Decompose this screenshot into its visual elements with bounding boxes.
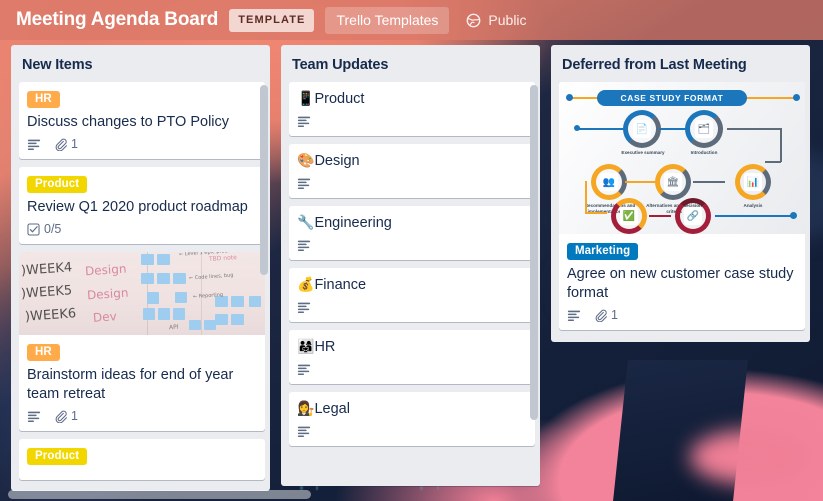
card-badges — [297, 424, 527, 441]
card[interactable]: 👩‍⚖️Legal — [289, 392, 535, 446]
template-badge: TEMPLATE — [229, 8, 315, 32]
list-cards-scroll-area[interactable]: CASE STUDY FORMAT 📄 Executive summary 🗂 … — [551, 82, 810, 342]
card-title: Brainstorm ideas for end of year team re… — [27, 367, 234, 402]
card-title: 🎨Design — [297, 151, 527, 171]
attachment-icon — [594, 309, 607, 322]
card[interactable]: Product — [19, 439, 265, 480]
board-title[interactable]: Meeting Agenda Board — [16, 9, 218, 31]
card-badges — [297, 176, 527, 193]
card-title: Review Q1 2020 product roadmap — [27, 199, 248, 215]
visibility-label: Public — [488, 12, 527, 28]
list-new-items: New Items HR Discuss changes to PTO Poli… — [11, 45, 270, 491]
card-badges — [297, 300, 527, 317]
description-icon — [297, 424, 311, 438]
card-label[interactable]: Product — [27, 176, 88, 193]
description-icon — [567, 308, 581, 322]
card-title-text: Finance — [314, 277, 367, 293]
card-title-text: HR — [314, 339, 336, 355]
list-2-vertical-scrollbar[interactable] — [530, 85, 538, 420]
attachment-badge: 1 — [54, 409, 78, 423]
card-badges: 1 — [27, 137, 257, 154]
checklist-count: 0/5 — [44, 222, 62, 236]
list-1-vertical-scrollbar[interactable] — [260, 85, 268, 275]
list-title[interactable]: New Items — [11, 45, 270, 82]
board-horizontal-scrollbar-thumb[interactable] — [8, 490, 311, 499]
card-badges: 1 — [567, 308, 797, 325]
card-title: 👩‍⚖️Legal — [297, 399, 527, 419]
attachment-count: 1 — [611, 308, 618, 322]
card[interactable]: 👨‍👩‍👧HR — [289, 330, 535, 384]
card-title: Agree on new customer case study format — [567, 266, 794, 301]
card-title-text: Legal — [314, 401, 350, 417]
card-label[interactable]: Product — [27, 448, 88, 465]
card-title: 📱Product — [297, 89, 527, 109]
attachment-count: 1 — [71, 137, 78, 151]
mobile-phone-icon: 📱 — [297, 90, 315, 106]
card-badges: 1 — [27, 409, 257, 426]
description-icon — [297, 176, 311, 190]
card-badges — [297, 114, 527, 131]
attachment-count: 1 — [71, 409, 78, 423]
wrench-icon: 🔧 — [297, 214, 315, 230]
card-badges — [297, 238, 527, 255]
board-header: Meeting Agenda Board TEMPLATE Trello Tem… — [0, 0, 823, 40]
description-icon — [27, 409, 41, 423]
card-title-text: Engineering — [314, 215, 392, 231]
artist-palette-icon: 🎨 — [297, 152, 315, 168]
card-label[interactable]: Marketing — [567, 243, 639, 260]
card-label[interactable]: HR — [27, 344, 60, 361]
board-lists-container: New Items HR Discuss changes to PTO Poli… — [0, 40, 823, 501]
infographic-node-label: Executive summary — [621, 150, 665, 155]
card-badges: 0/5 — [27, 222, 257, 239]
infographic-title: CASE STUDY FORMAT — [597, 90, 747, 106]
card[interactable]: 📱Product — [289, 82, 535, 136]
card-title-text: Product — [314, 91, 365, 107]
board-horizontal-scrollbar[interactable] — [0, 488, 823, 501]
description-icon — [297, 362, 311, 376]
list-title[interactable]: Deferred from Last Meeting — [551, 45, 810, 82]
infographic-node-label: Introduction — [690, 150, 718, 155]
card[interactable]: Product Review Q1 2020 product roadmap 0… — [19, 167, 265, 244]
card-cover-image: \) WEEK3 )WEEK4 Design )WEEK5 Design )WE… — [19, 252, 265, 335]
card-title: 👨‍👩‍👧HR — [297, 337, 527, 357]
description-icon — [297, 114, 311, 128]
list-cards-scroll-area[interactable]: HR Discuss changes to PTO Policy 1 Produ… — [11, 82, 270, 491]
list-team-updates: Team Updates 📱Product 🎨Design 🔧Engineeri… — [281, 45, 540, 486]
card-cover-image: CASE STUDY FORMAT 📄 Executive summary 🗂 … — [559, 82, 805, 234]
card-title: Discuss changes to PTO Policy — [27, 114, 230, 130]
attachment-badge: 1 — [594, 308, 618, 322]
attachment-icon — [54, 410, 67, 423]
attachment-badge: 1 — [54, 137, 78, 151]
infographic-node-label: Analysis — [743, 203, 763, 208]
checklist-badge: 0/5 — [27, 222, 61, 236]
card[interactable]: CASE STUDY FORMAT 📄 Executive summary 🗂 … — [559, 82, 805, 330]
card-badges — [297, 362, 527, 379]
card[interactable]: \) WEEK3 )WEEK4 Design )WEEK5 Design )WE… — [19, 252, 265, 431]
team-name-button[interactable]: Trello Templates — [325, 6, 450, 34]
description-icon — [297, 300, 311, 314]
list-cards-scroll-area[interactable]: 📱Product 🎨Design 🔧Engineering 💰Finance 👨… — [281, 82, 540, 486]
description-icon — [297, 238, 311, 252]
list-deferred-from-last-meeting: Deferred from Last Meeting CASE STUDY FO… — [551, 45, 810, 342]
card[interactable]: 💰Finance — [289, 268, 535, 322]
card-label[interactable]: HR — [27, 91, 60, 108]
globe-icon — [466, 13, 481, 28]
description-icon — [27, 137, 41, 151]
card[interactable]: 🔧Engineering — [289, 206, 535, 260]
card-title: 🔧Engineering — [297, 213, 527, 233]
card-title-text: Design — [314, 153, 360, 169]
card-title: 💰Finance — [297, 275, 527, 295]
family-icon: 👨‍👩‍👧 — [297, 338, 315, 354]
attachment-icon — [54, 138, 67, 151]
card[interactable]: 🎨Design — [289, 144, 535, 198]
visibility-button[interactable]: Public — [460, 9, 532, 31]
judge-icon: 👩‍⚖️ — [297, 400, 315, 416]
list-title[interactable]: Team Updates — [281, 45, 540, 82]
money-bag-icon: 💰 — [297, 276, 315, 292]
card[interactable]: HR Discuss changes to PTO Policy 1 — [19, 82, 265, 159]
checklist-icon — [27, 222, 40, 236]
